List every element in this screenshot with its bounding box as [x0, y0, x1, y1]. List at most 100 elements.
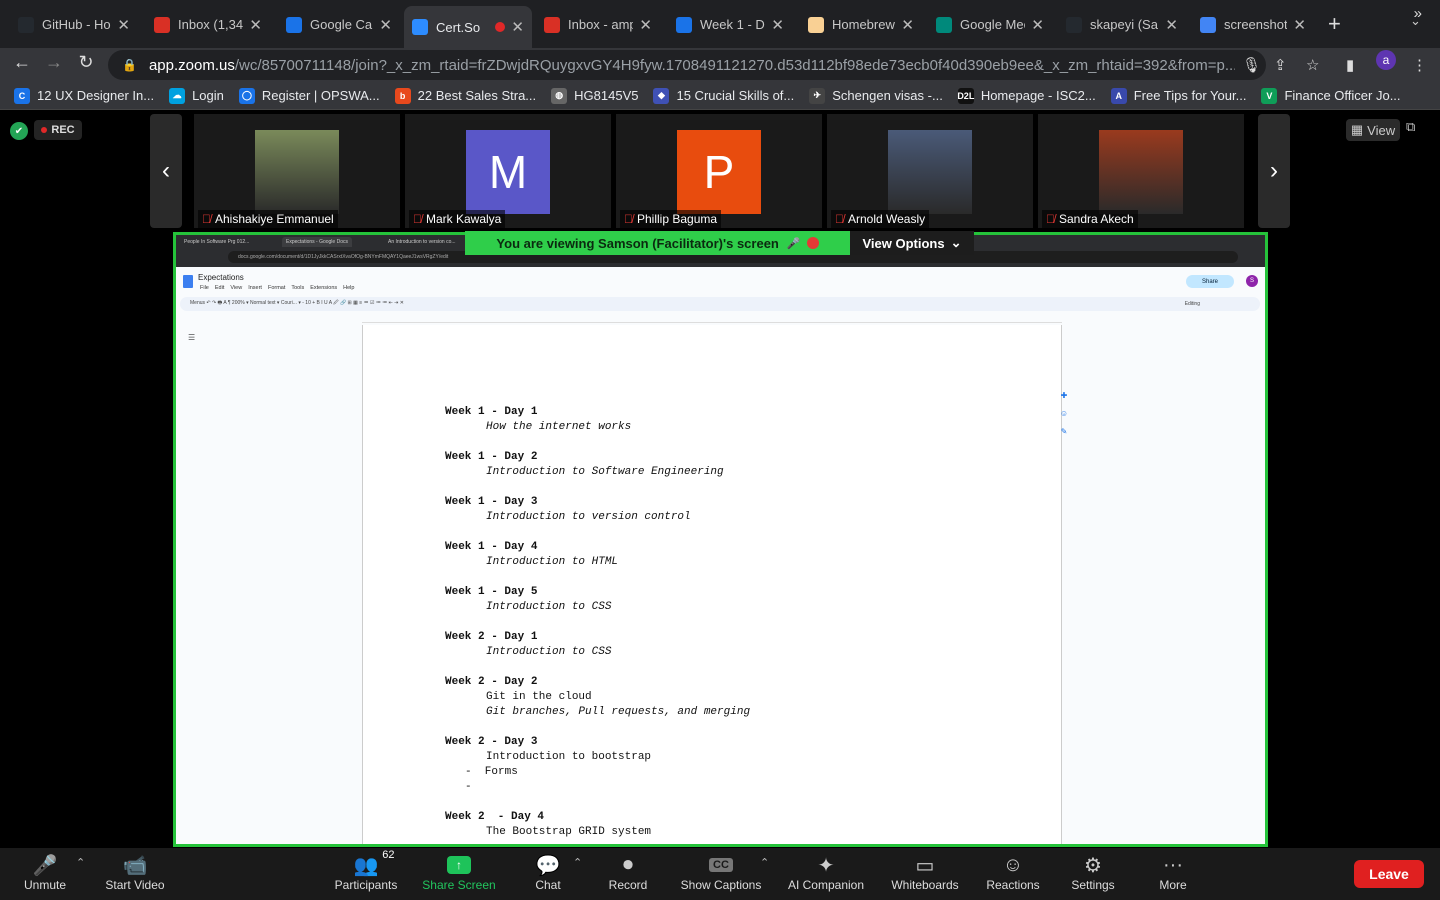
more-button[interactable]: ··· More	[1128, 852, 1218, 898]
new-tab-icon[interactable]: +	[1328, 11, 1341, 37]
bookmark-item[interactable]: ◯ Register | OPSWA...	[238, 87, 380, 104]
close-tab-icon[interactable]: ✕	[901, 16, 914, 34]
settings-button[interactable]: ⚙ Settings	[1048, 852, 1138, 898]
browser-menu-icon[interactable]: ⋮	[1412, 56, 1427, 74]
muted-mic-icon: 🎙̸	[624, 212, 633, 226]
toolbar-label: Participants	[334, 878, 398, 892]
profile-avatar[interactable]: a	[1376, 50, 1396, 70]
reload-icon[interactable]: ↻	[74, 52, 98, 73]
participant-tile[interactable]: 🎙̸ Sandra Akech	[1038, 114, 1244, 228]
whiteboard-button[interactable]: ▭ Whiteboards	[880, 852, 970, 898]
share-page-icon[interactable]: ⇪	[1274, 56, 1287, 74]
doc-topic-line: Introduction to CSS	[486, 601, 612, 613]
bookmark-item[interactable]: D2L Homepage - ISC2...	[957, 87, 1096, 104]
view-button[interactable]: ▦ View	[1346, 119, 1400, 141]
toolbar-label: Settings	[1071, 878, 1115, 892]
bookmark-label: Free Tips for Your...	[1133, 88, 1247, 103]
close-tab-icon[interactable]: ✕	[1165, 16, 1178, 34]
encryption-shield-icon[interactable]: ✔	[10, 122, 28, 140]
doc-blank-line	[445, 660, 750, 675]
participant-tile[interactable]: 🎙̸ Ahishakiye Emmanuel	[194, 114, 400, 228]
tab-title: GitHub - Ho	[42, 17, 111, 32]
doc-blank-line	[445, 435, 750, 450]
bookmark-item[interactable]: A Free Tips for Your...	[1110, 87, 1247, 104]
tab-title: Week 1 - Da	[700, 17, 766, 32]
settings-icon: ⚙	[1084, 854, 1102, 877]
participant-tile[interactable]: P 🎙̸ Phillip Baguma	[616, 114, 822, 228]
forward-icon[interactable]: →	[42, 52, 66, 73]
participants-button[interactable]: 👥 62 Participants	[321, 849, 411, 898]
toolbar-caret-icon[interactable]: ⌃	[76, 856, 85, 869]
browser-tab[interactable]: skapeyi (Sa ✕	[1058, 8, 1186, 41]
bookmark-favicon-icon: ◆	[653, 87, 670, 104]
bookmark-label: 12 UX Designer In...	[37, 88, 155, 103]
microphone-icon[interactable]: 🎙	[1242, 56, 1261, 74]
doc-heading-line: Week 1 - Day 3	[445, 496, 538, 508]
close-tab-icon[interactable]: ✕	[639, 16, 652, 34]
reactions-icon: ☺	[1002, 853, 1024, 876]
browser-tab[interactable]: Google Mee ✕	[928, 8, 1052, 41]
close-tab-icon[interactable]: ✕	[511, 18, 524, 36]
participant-tile[interactable]: M 🎙̸ Mark Kawalya	[405, 114, 611, 228]
recording-indicator: REC	[34, 120, 82, 140]
reactions-button[interactable]: ☺ Reactions	[968, 852, 1058, 898]
chevron-down-icon: ⌄	[950, 235, 962, 250]
tab-title: Cert.So	[436, 19, 481, 35]
recording-dot-icon	[41, 127, 48, 133]
captions-button[interactable]: CC Show Captions ⌃	[676, 852, 770, 898]
close-tab-icon[interactable]: ✕	[379, 16, 392, 34]
back-icon[interactable]: ←	[10, 52, 34, 73]
bookmark-item[interactable]: V Finance Officer Jo...	[1261, 87, 1401, 104]
participant-tile[interactable]: 🎙̸ Arnold Weasly	[827, 114, 1033, 228]
ai-companion-button[interactable]: ✦ AI Companion	[781, 852, 871, 898]
view-options-button[interactable]: View Options ⌄	[850, 231, 974, 255]
browser-tab[interactable]: Google Cale ✕	[278, 8, 400, 41]
toolbar-label: AI Companion	[787, 878, 865, 892]
browser-tab[interactable]: GitHub - Ho ✕	[10, 8, 138, 41]
video-off-button[interactable]: 📹 Start Video	[90, 852, 180, 898]
toolbar-caret-icon[interactable]: ⌃	[573, 856, 582, 869]
doc-title: Expectations	[198, 273, 244, 282]
fullscreen-icon[interactable]: ⧉	[1406, 119, 1415, 135]
record-button[interactable]: ⏺ Record	[583, 852, 673, 898]
url-path: /wc/85700711148/join?_x_zm_rtaid=frZDwjd…	[234, 56, 1235, 74]
browser-tab[interactable]: Cert.So ✕	[404, 6, 532, 48]
chat-button[interactable]: 💬 Chat ⌃	[503, 852, 593, 898]
shared-tab: An Introduction to version co...	[388, 239, 456, 245]
toolbar-label: Show Captions	[680, 878, 762, 892]
docs-logo-icon	[183, 275, 193, 288]
doc-blank-line	[445, 570, 750, 585]
close-tab-icon[interactable]: ✕	[249, 16, 262, 34]
bookmark-item[interactable]: ◆ 15 Crucial Skills of...	[653, 87, 794, 104]
bookmark-item[interactable]: C 12 UX Designer In...	[14, 87, 155, 104]
share-screen-button[interactable]: ↑ Share Screen	[414, 852, 504, 898]
leave-button[interactable]: Leave	[1354, 860, 1424, 888]
doc-heading-line: Week 2 - Day 1	[445, 631, 538, 643]
browser-tab[interactable]: Week 1 - Da ✕	[668, 8, 792, 41]
close-tab-icon[interactable]: ✕	[771, 16, 784, 34]
url-field[interactable]: 🔒 app.zoom.us /wc/85700711148/join?_x_zm…	[108, 50, 1266, 80]
toolbar-caret-icon[interactable]: ⌃	[760, 856, 769, 869]
github-icon	[1066, 16, 1082, 33]
close-tab-icon[interactable]: ✕	[117, 16, 130, 34]
close-tab-icon[interactable]: ✕	[1293, 16, 1306, 34]
side-panel-icon[interactable]: ▮	[1346, 56, 1354, 74]
browser-tab[interactable]: Inbox - amp ✕	[536, 8, 660, 41]
bookmark-label: Register | OPSWA...	[261, 88, 380, 103]
browser-tab[interactable]: Inbox (1,34 ✕	[146, 8, 270, 41]
bookmark-item[interactable]: ✈ Schengen visas -...	[809, 87, 943, 104]
mic-muted-button[interactable]: 🎤 Unmute ⌃	[0, 852, 90, 898]
prev-page-arrow-icon[interactable]: ‹	[150, 114, 182, 228]
close-tab-icon[interactable]: ✕	[1031, 16, 1044, 34]
shared-tab: People In Software Prg 012...	[184, 239, 250, 245]
bookmarks-overflow-icon[interactable]: »	[1414, 5, 1422, 22]
next-page-arrow-icon[interactable]: ›	[1258, 114, 1290, 228]
browser-tab[interactable]: screenshot ✕	[1192, 8, 1314, 41]
view-options-label: View Options	[862, 235, 945, 251]
bookmark-star-icon[interactable]: ☆	[1306, 56, 1319, 74]
bookmark-item[interactable]: b 22 Best Sales Stra...	[394, 87, 536, 104]
bookmark-item[interactable]: ◍ HG8145V5	[551, 87, 638, 104]
doc-heading-line: Week 1 - Day 4	[445, 541, 538, 553]
bookmark-item[interactable]: ☁ Login	[169, 87, 224, 104]
browser-tab[interactable]: Homebrew ✕	[800, 8, 922, 41]
